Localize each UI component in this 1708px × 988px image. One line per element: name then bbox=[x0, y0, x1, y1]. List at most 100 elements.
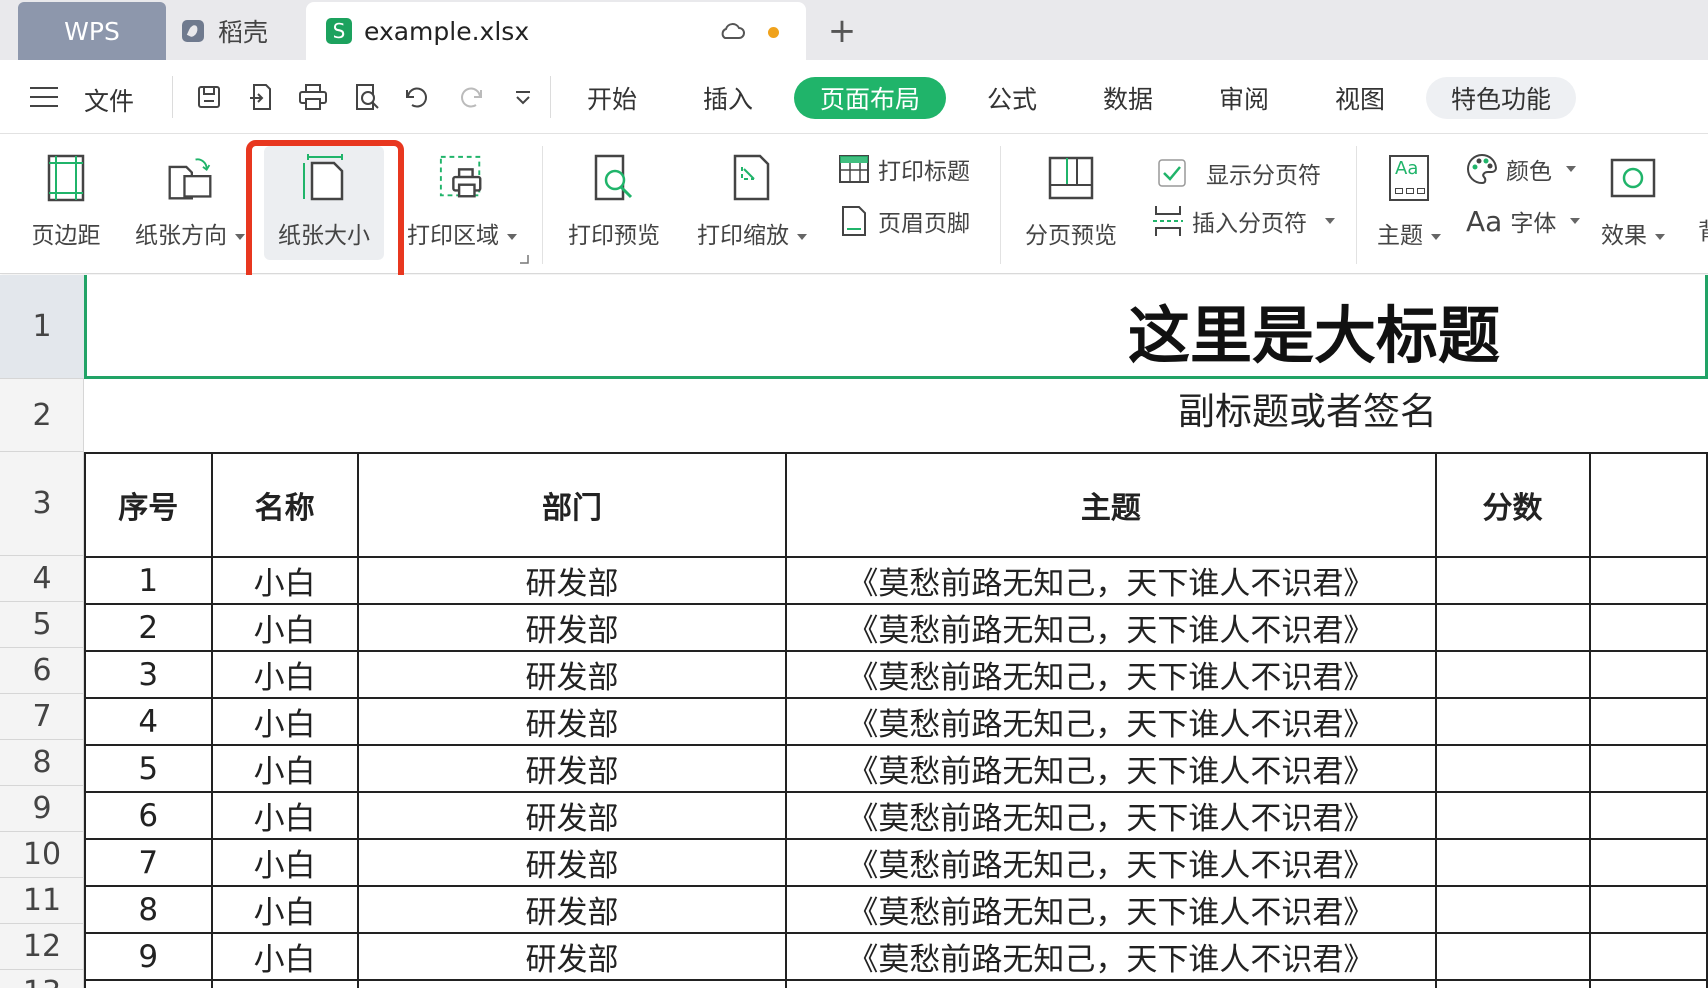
cell-empty[interactable] bbox=[1588, 932, 1708, 981]
background-partial-label[interactable]: 背 bbox=[1698, 212, 1708, 246]
tab-insert[interactable]: 插入 bbox=[688, 77, 768, 119]
cell-score[interactable] bbox=[1434, 697, 1591, 746]
cell-name[interactable]: 小白 bbox=[210, 556, 359, 605]
insert-page-break-button[interactable]: 插入分页符 bbox=[1152, 204, 1335, 238]
print-preview-icon[interactable] bbox=[350, 80, 384, 114]
dialog-launcher-icon[interactable] bbox=[519, 254, 529, 264]
undo-icon[interactable] bbox=[400, 80, 434, 114]
cell-score[interactable] bbox=[1434, 603, 1591, 652]
cell-empty[interactable] bbox=[1588, 556, 1708, 605]
tab-document[interactable]: S example.xlsx bbox=[306, 2, 806, 60]
cell-empty[interactable] bbox=[1588, 979, 1708, 988]
redo-icon[interactable] bbox=[454, 80, 488, 114]
cell-topic[interactable]: 《莫愁前路无知己，天下谁人不识君》 bbox=[785, 885, 1437, 934]
row-header[interactable]: 2 bbox=[0, 379, 84, 452]
cell-name[interactable]: 小白 bbox=[210, 697, 359, 746]
cell-department[interactable]: 研发部 bbox=[356, 603, 788, 652]
cell-empty[interactable] bbox=[1588, 650, 1708, 699]
row-header[interactable]: 9 bbox=[0, 786, 84, 832]
cell-name[interactable]: 小白 bbox=[210, 744, 359, 793]
cell-name[interactable]: 小白 bbox=[210, 650, 359, 699]
print-scale-button[interactable]: 打印缩放 bbox=[690, 152, 814, 250]
cell-name[interactable]: 小白 bbox=[210, 979, 359, 988]
margins-button[interactable]: 页边距 bbox=[22, 152, 110, 250]
cell-index[interactable]: 1 bbox=[84, 556, 213, 605]
tab-page-layout[interactable]: 页面布局 bbox=[794, 77, 946, 119]
row-header[interactable]: 5 bbox=[0, 602, 84, 648]
cell-index[interactable]: 7 bbox=[84, 838, 213, 887]
header-footer-button[interactable]: 页眉页脚 bbox=[838, 204, 970, 238]
tab-special-features[interactable]: 特色功能 bbox=[1426, 77, 1576, 119]
cell-empty[interactable] bbox=[1588, 885, 1708, 934]
cell-index[interactable]: 3 bbox=[84, 650, 213, 699]
cell-name[interactable]: 小白 bbox=[210, 885, 359, 934]
cell-topic[interactable]: 《莫愁前路无知己，天下谁人不识君》 bbox=[785, 932, 1437, 981]
tab-formulas[interactable]: 公式 bbox=[972, 77, 1052, 119]
print-titles-button[interactable]: 打印标题 bbox=[838, 152, 970, 186]
cell-score[interactable] bbox=[1434, 932, 1591, 981]
cell-topic[interactable]: 《莫愁前路无知己，天下谁人不识君》 bbox=[785, 744, 1437, 793]
column-header-empty[interactable] bbox=[1588, 452, 1708, 558]
print-icon[interactable] bbox=[296, 80, 330, 114]
file-menu[interactable]: 文件 bbox=[84, 82, 134, 118]
cell-topic[interactable]: 《莫愁前路无知己，天下谁人不识君》 bbox=[785, 556, 1437, 605]
cell-department[interactable]: 研发部 bbox=[356, 932, 788, 981]
cell-empty[interactable] bbox=[1588, 603, 1708, 652]
row-header[interactable]: 7 bbox=[0, 694, 84, 740]
row-header[interactable]: 8 bbox=[0, 740, 84, 786]
export-pdf-icon[interactable] bbox=[244, 80, 278, 114]
row-header[interactable]: 1 bbox=[0, 275, 84, 379]
cell-index[interactable]: 6 bbox=[84, 791, 213, 840]
cell-department[interactable]: 研发部 bbox=[356, 744, 788, 793]
hamburger-menu-icon[interactable] bbox=[30, 87, 58, 107]
print-area-button[interactable]: 打印区域 bbox=[404, 152, 520, 250]
orientation-button[interactable]: 纸张方向 bbox=[128, 152, 252, 250]
cell-score[interactable] bbox=[1434, 556, 1591, 605]
cell-topic[interactable]: 《莫愁前路无知己，天下谁人不识君》 bbox=[785, 979, 1437, 988]
customize-toolbar-icon[interactable] bbox=[506, 80, 540, 114]
cell-department[interactable]: 研发部 bbox=[356, 791, 788, 840]
fonts-button[interactable]: Aa 字体 bbox=[1466, 204, 1581, 238]
row-header[interactable]: 3 bbox=[0, 452, 84, 556]
new-tab-button[interactable]: + bbox=[826, 2, 858, 60]
cell-score[interactable] bbox=[1434, 838, 1591, 887]
cell-department[interactable]: 研发部 bbox=[356, 556, 788, 605]
cell-score[interactable] bbox=[1434, 650, 1591, 699]
cell-name[interactable]: 小白 bbox=[210, 838, 359, 887]
cell-empty[interactable] bbox=[1588, 744, 1708, 793]
colors-button[interactable]: 颜色 bbox=[1466, 152, 1576, 186]
row-header[interactable]: 12 bbox=[0, 924, 84, 970]
row-header[interactable]: 4 bbox=[0, 556, 84, 602]
cell-score[interactable] bbox=[1434, 744, 1591, 793]
cell-topic[interactable]: 《莫愁前路无知己，天下谁人不识君》 bbox=[785, 838, 1437, 887]
cell-department[interactable]: 研发部 bbox=[356, 697, 788, 746]
show-page-breaks-checkbox[interactable]: 显示分页符 bbox=[1156, 156, 1321, 190]
cell-department[interactable]: 研发部 bbox=[356, 885, 788, 934]
row-header[interactable]: 11 bbox=[0, 878, 84, 924]
row-header[interactable]: 10 bbox=[0, 832, 84, 878]
theme-button[interactable]: Aa 主题 bbox=[1372, 152, 1446, 250]
cell-index[interactable]: 5 bbox=[84, 744, 213, 793]
tab-home[interactable]: 开始 bbox=[572, 77, 652, 119]
row-header[interactable]: 13 bbox=[0, 970, 84, 988]
column-header-name[interactable]: 名称 bbox=[210, 452, 359, 558]
cell-index[interactable]: 10 bbox=[84, 979, 213, 988]
cell-name[interactable]: 小白 bbox=[210, 603, 359, 652]
column-header-score[interactable]: 分数 bbox=[1434, 452, 1591, 558]
cell-department[interactable]: 研发部 bbox=[356, 979, 788, 988]
cell-topic[interactable]: 《莫愁前路无知己，天下谁人不识君》 bbox=[785, 697, 1437, 746]
effects-button[interactable]: 效果 bbox=[1596, 152, 1670, 250]
cell-index[interactable]: 9 bbox=[84, 932, 213, 981]
tab-review[interactable]: 审阅 bbox=[1204, 77, 1284, 119]
cell-index[interactable]: 8 bbox=[84, 885, 213, 934]
cell-topic[interactable]: 《莫愁前路无知己，天下谁人不识君》 bbox=[785, 791, 1437, 840]
cell-department[interactable]: 研发部 bbox=[356, 650, 788, 699]
cell-topic[interactable]: 《莫愁前路无知己，天下谁人不识君》 bbox=[785, 603, 1437, 652]
cloud-sync-icon[interactable] bbox=[718, 22, 746, 40]
cell-name[interactable]: 小白 bbox=[210, 791, 359, 840]
column-header-department[interactable]: 部门 bbox=[356, 452, 788, 558]
save-icon[interactable] bbox=[192, 80, 226, 114]
print-preview-button[interactable]: 打印预览 bbox=[562, 152, 666, 250]
column-header-index[interactable]: 序号 bbox=[84, 452, 213, 558]
tab-wps-home[interactable]: WPS bbox=[18, 2, 166, 60]
